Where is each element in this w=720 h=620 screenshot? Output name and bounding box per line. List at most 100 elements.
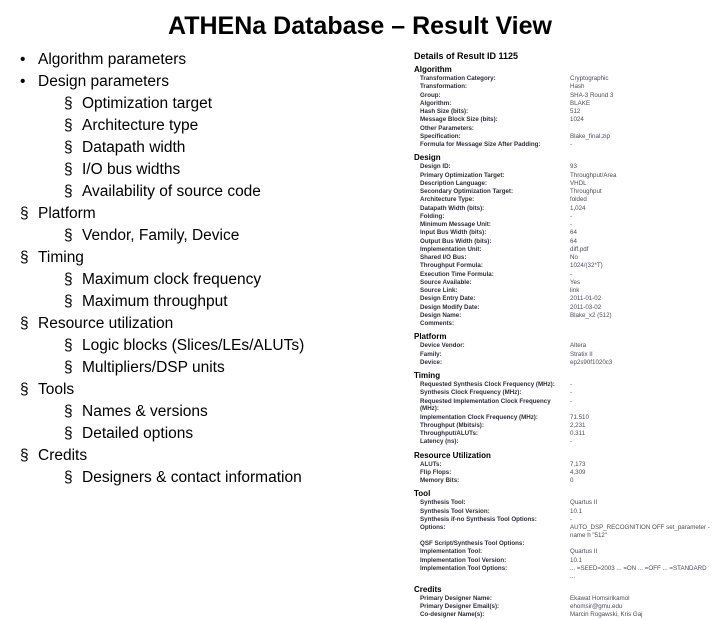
kv-key: Description Language: <box>414 180 570 188</box>
kv-key: Formula for Message Size After Padding: <box>414 141 570 149</box>
kv-key: Message Block Size (bits): <box>414 116 570 124</box>
kv-value: SHA-3 Round 3 <box>570 92 615 100</box>
kv-key: Primary Optimization Target: <box>414 172 570 180</box>
outline-subitem: Availability of source code <box>64 181 410 203</box>
outline-item: Algorithm parameters <box>20 49 410 71</box>
outline-subitem: Logic blocks (Slices/LEs/ALUTs) <box>64 335 410 357</box>
table-row: Latency (ns):- <box>414 438 591 446</box>
kv-value: - <box>570 271 618 279</box>
kv-value: 10.1 <box>570 508 714 516</box>
outline-label: Tools <box>38 381 74 398</box>
kv-value: link <box>570 287 618 295</box>
kv-key: Options: <box>414 524 570 540</box>
kv-value: Quartus II <box>570 548 714 556</box>
kv-value: - <box>570 141 615 149</box>
outline-subitem: I/O bus widths <box>64 159 410 181</box>
kv-key: Family: <box>414 351 570 359</box>
kv-value: Stratix II <box>570 351 614 359</box>
kv-key: Synthesis Tool: <box>414 499 570 507</box>
details-header: Details of Result ID 1125 <box>414 51 714 61</box>
kv-key: Flip Flops: <box>414 469 570 477</box>
table-row: Algorithm:BLAKE <box>414 100 615 108</box>
kv-value: folded <box>570 196 618 204</box>
outline-sublist: Designers & contact information <box>38 467 410 489</box>
kv-value: 2,231 <box>570 422 591 430</box>
kv-key: Implementation Tool: <box>414 548 570 556</box>
outline-item: ToolsNames & versionsDetailed options <box>20 379 410 445</box>
kv-key: Requested Synthesis Clock Frequency (MHz… <box>414 381 570 389</box>
outline-sublist: Logic blocks (Slices/LEs/ALUTs)Multiplie… <box>38 335 410 379</box>
table-row: Family:Stratix II <box>414 351 614 359</box>
kv-key: Minimum Message Unit: <box>414 221 570 229</box>
table-row: Implementation Tool:Quartus II <box>414 548 714 556</box>
kv-value: Yes <box>570 279 618 287</box>
table-row: Folding:- <box>414 213 618 221</box>
kv-key: Implementation Clock Frequency (MHz): <box>414 414 570 422</box>
content-row: Algorithm parameters Design parametersOpt… <box>0 49 720 620</box>
kv-key: Design Entry Date: <box>414 295 570 303</box>
outline-subitem: Maximum throughput <box>64 291 410 313</box>
kv-key: Synthesis if-no Synthesis Tool Options: <box>414 516 570 524</box>
table-row: Throughput/ALUTs:0.311 <box>414 430 591 438</box>
details-body: AlgorithmTransformation Category:Cryptog… <box>414 65 714 620</box>
table-row: Output Bus Width (bits):64 <box>414 238 618 246</box>
details-panel: Details of Result ID 1125 AlgorithmTrans… <box>410 49 714 620</box>
kv-value: 0 <box>570 477 587 485</box>
outline-item: Design parametersOptimization targetArch… <box>20 71 410 203</box>
kv-key: Requested Implementation Clock Frequency… <box>414 398 570 414</box>
kv-value: ep2s90f1020c3 <box>570 359 614 367</box>
details-table: Device Vendor:AlteraFamily:Stratix IIDev… <box>414 342 614 367</box>
table-row: Other Parameters: <box>414 125 615 133</box>
kv-key: Other Parameters: <box>414 125 570 133</box>
table-row: Transformation:Hash <box>414 83 615 91</box>
details-section-header: Timing <box>414 371 714 380</box>
outline-subitem: Vendor, Family, Device <box>64 225 410 247</box>
table-row: Throughput (Mbits/s):2,231 <box>414 422 591 430</box>
kv-value: Throughput <box>570 188 618 196</box>
table-row: Synthesis Tool Version:10.1 <box>414 508 714 516</box>
kv-key: Source Available: <box>414 279 570 287</box>
outline-subitem: Optimization target <box>64 93 410 115</box>
table-row: Datapath Width (bits):1,024 <box>414 205 618 213</box>
kv-value: Blake_final.zip <box>570 133 615 141</box>
kv-key: Shared I/O Bus: <box>414 254 570 262</box>
outline-label: Algorithm parameters <box>38 51 186 68</box>
kv-key: Latency (ns): <box>414 438 570 446</box>
kv-value: 2011-03-02 <box>570 304 618 312</box>
kv-key: Synthesis Clock Frequency (MHz): <box>414 389 570 397</box>
kv-value: - <box>570 398 591 414</box>
table-row: Formula for Message Size After Padding:- <box>414 141 615 149</box>
kv-value: 93 <box>570 163 618 171</box>
table-row: QSF Script/Synthesis Tool Options: <box>414 540 714 548</box>
slide-title: ATHENa Database – Result View <box>0 0 720 49</box>
details-section-header: Resource Utilization <box>414 451 714 460</box>
table-row: Implementation Clock Frequency (MHz):71.… <box>414 414 591 422</box>
table-row: Requested Synthesis Clock Frequency (MHz… <box>414 381 591 389</box>
outline-item: CreditsDesigners & contact information <box>20 445 410 489</box>
outline-item: Resource utilizationLogic blocks (Slices… <box>20 313 410 379</box>
table-row: Requested Implementation Clock Frequency… <box>414 398 591 414</box>
table-row: Device Vendor:Altera <box>414 342 614 350</box>
table-row: Specification:Blake_final.zip <box>414 133 615 141</box>
table-row: Synthesis Clock Frequency (MHz):- <box>414 389 591 397</box>
kv-key: Hash Size (bits): <box>414 108 570 116</box>
kv-value: Hash <box>570 83 615 91</box>
kv-key: QSF Script/Synthesis Tool Options: <box>414 540 570 548</box>
table-row: Implementation Unit:diff.pdf <box>414 246 618 254</box>
kv-value: - <box>570 516 714 524</box>
kv-key: Secondary Optimization Target: <box>414 188 570 196</box>
details-table: Primary Designer Name:Ekawat Homsirikamo… <box>414 595 645 620</box>
table-row: Options:AUTO_DSP_RECOGNITION OFF set_par… <box>414 524 714 540</box>
kv-value: 1,024 <box>570 205 618 213</box>
table-row: Primary Designer Email(s):ehomsir@gmu.ed… <box>414 603 645 611</box>
table-row: Throughput Formula:1024/(32*T) <box>414 262 618 270</box>
kv-value: BLAKE <box>570 100 615 108</box>
kv-key: Input Bus Width (bits): <box>414 229 570 237</box>
table-row: Design Entry Date:2011-01-02 <box>414 295 618 303</box>
details-table: Synthesis Tool: Quartus II Synthesis Tool … <box>414 499 714 581</box>
table-row: Synthesis if-no Synthesis Tool Options:- <box>414 516 714 524</box>
outline-sublist: Maximum clock frequencyMaximum throughpu… <box>38 269 410 313</box>
table-row: Execution Time Formula:- <box>414 271 618 279</box>
details-section-header: Design <box>414 153 714 162</box>
kv-key: Co-designer Name(s): <box>414 611 570 619</box>
